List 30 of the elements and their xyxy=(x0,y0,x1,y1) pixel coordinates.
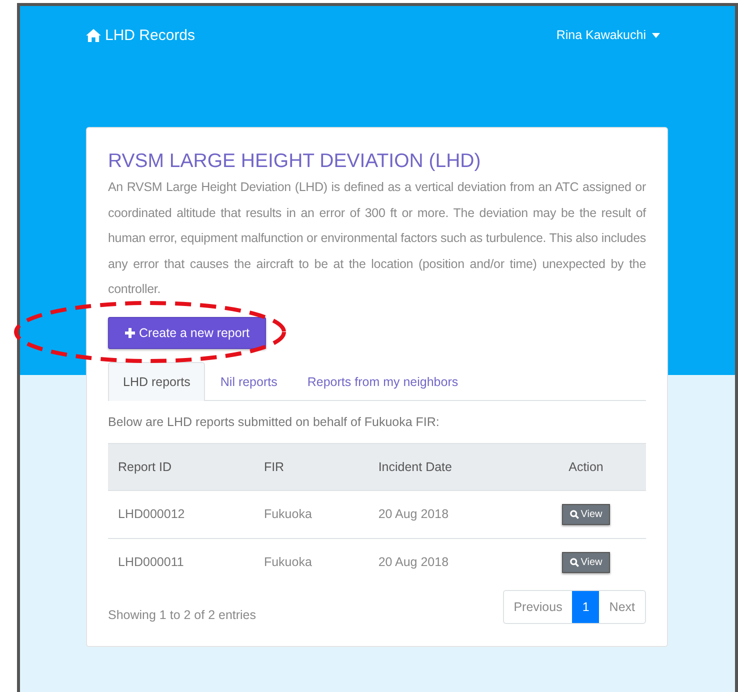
column-header: FIR xyxy=(254,443,368,490)
table-cell: Fukuoka xyxy=(254,490,368,538)
create-report-button[interactable]: Create a new report xyxy=(108,316,266,349)
tab[interactable]: Nil reports xyxy=(205,362,292,401)
entries-info: Showing 1 to 2 of 2 entries xyxy=(108,608,256,622)
view-button[interactable]: View xyxy=(562,504,610,525)
search-icon xyxy=(570,558,579,567)
table-cell: 20 Aug 2018 xyxy=(368,490,526,538)
home-icon xyxy=(86,28,101,42)
brand-link[interactable]: LHD Records xyxy=(86,26,196,44)
user-menu[interactable]: Rina Kawakuchi xyxy=(556,28,660,42)
table-cell: LHD000012 xyxy=(108,490,254,538)
table-cell: 20 Aug 2018 xyxy=(368,538,526,586)
caret-icon xyxy=(652,32,660,38)
description: An RVSM Large Height Deviation (LHD) is defined as a vertical deviation from an ATC assigned or coordinated altitude that results in an error of 300 ft or more. The deviation may be the result of human error, equipment malfunction or environmental factors such as turbulence. This also includes any error that causes the aircraft to be at the location (position and/or time) unexpected by the controller. xyxy=(108,179,646,298)
column-header: Action xyxy=(526,443,646,490)
page-link[interactable]: Previous xyxy=(504,590,572,623)
tab[interactable]: LHD reports xyxy=(108,362,206,401)
tab[interactable]: Reports from my neighbors xyxy=(292,362,474,401)
column-header: Report ID xyxy=(108,443,254,490)
view-button[interactable]: View xyxy=(562,552,610,573)
table-cell: LHD000011 xyxy=(108,538,254,586)
intro-text: Below are LHD reports submitted on behalf of Fukuoka FIR: xyxy=(108,414,440,429)
plus-icon xyxy=(125,328,135,338)
page-link[interactable]: Next xyxy=(599,590,645,623)
card-title: RVSM LARGE HEIGHT DEVIATION (LHD) xyxy=(108,150,482,173)
table-cell: Fukuoka xyxy=(254,538,368,586)
search-icon xyxy=(570,510,579,519)
page-link[interactable]: 1 xyxy=(572,590,600,623)
column-header: Incident Date xyxy=(368,443,526,490)
